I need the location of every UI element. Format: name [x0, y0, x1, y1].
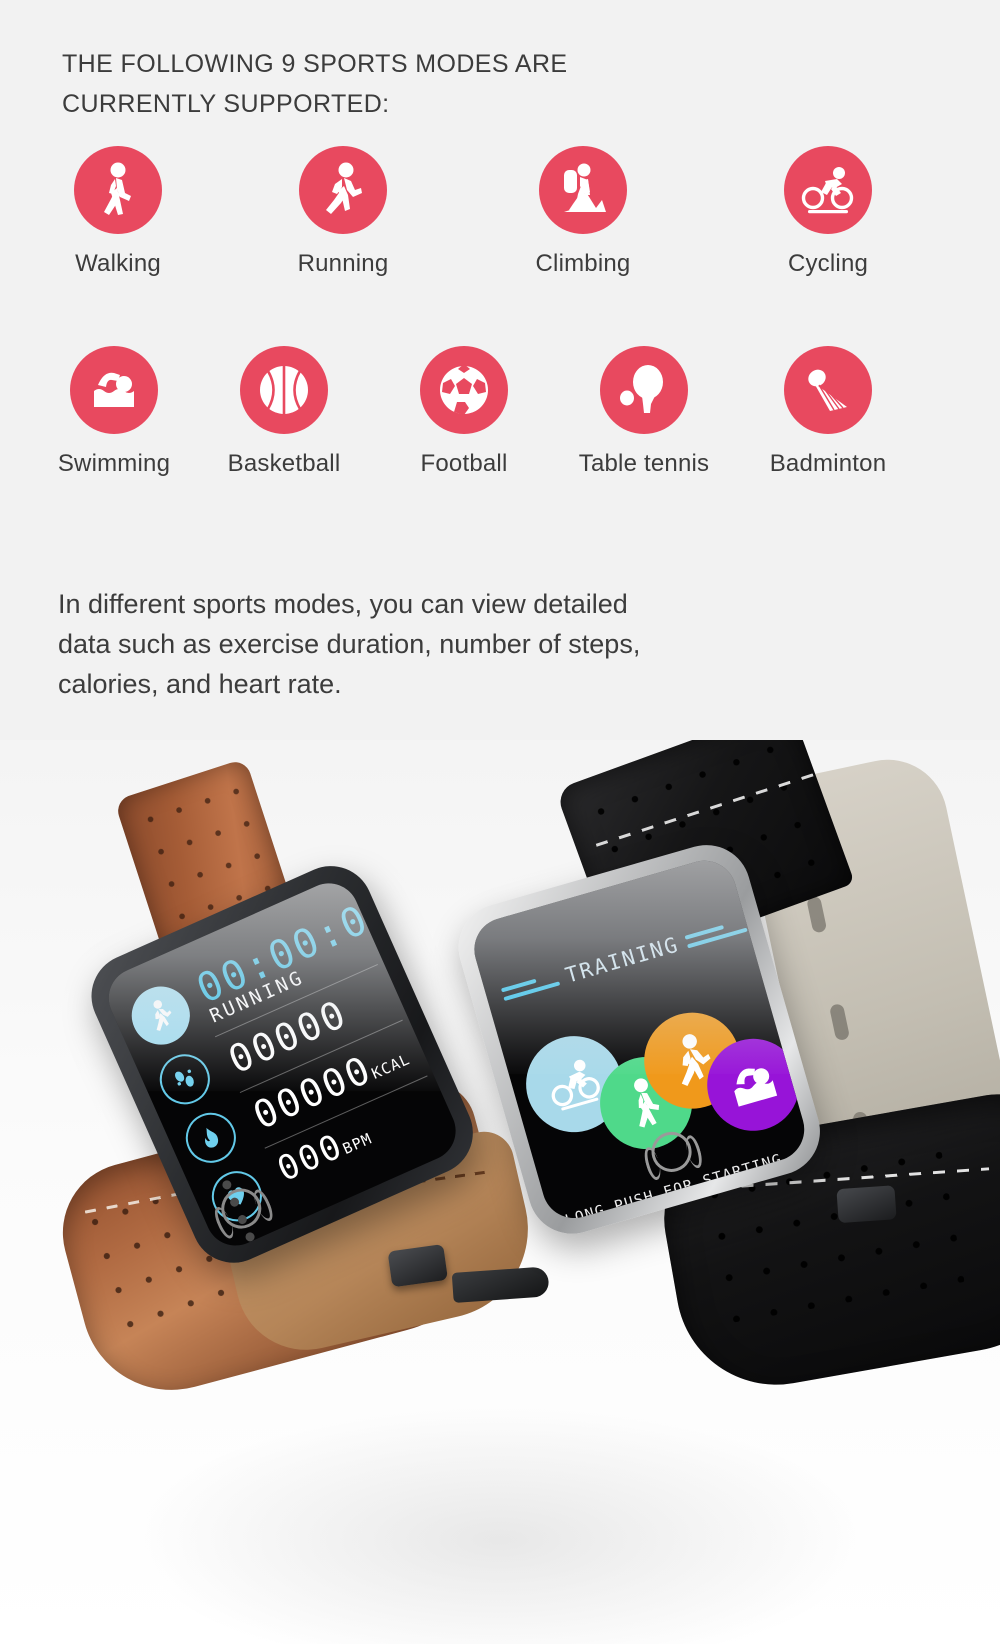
- sports-modes-grid: Walking Running Climbing Cycling Swimmin…: [0, 146, 1000, 546]
- decorative-lines-right-icon: [684, 918, 748, 948]
- sports-modes-row-1: Walking Running Climbing Cycling: [0, 146, 1000, 346]
- walking-icon: [104, 162, 131, 215]
- page-title: THE FOLLOWING 9 SPORTS MODES ARE CURRENT…: [62, 44, 568, 124]
- running-icon[interactable]: [122, 977, 200, 1054]
- sports-modes-row-2: Swimming Basketball Football Table tenni…: [0, 346, 1000, 546]
- sport-mode-football[interactable]: Football: [389, 346, 539, 478]
- sport-mode-climbing[interactable]: Climbing: [508, 146, 658, 278]
- sport-mode-swimming[interactable]: Swimming: [39, 346, 189, 478]
- walking-badge: [74, 146, 162, 234]
- flame-icon[interactable]: [177, 1104, 244, 1171]
- sport-mode-label: Basketball: [227, 450, 341, 477]
- description-paragraph: In different sports modes, you can view …: [58, 584, 918, 704]
- sport-mode-basketball[interactable]: Basketball: [209, 346, 359, 478]
- description-line-1: In different sports modes, you can view …: [58, 589, 628, 619]
- running-badge: [299, 146, 387, 234]
- badminton-icon: [808, 369, 847, 411]
- cycling-badge: [784, 146, 872, 234]
- page-title-line-2: CURRENTLY SUPPORTED:: [62, 90, 390, 118]
- climbing-badge: [539, 146, 627, 234]
- sport-mode-label: Running: [297, 250, 389, 277]
- sport-mode-label: Walking: [75, 250, 161, 277]
- sport-mode-badminton[interactable]: Badminton: [753, 346, 903, 478]
- climbing-icon: [564, 163, 606, 212]
- table-tennis-badge: [600, 346, 688, 434]
- sport-mode-label: Table tennis: [578, 450, 710, 477]
- sport-mode-label: Badminton: [769, 450, 887, 477]
- swimming-badge: [70, 346, 158, 434]
- sport-mode-label: Football: [420, 450, 508, 477]
- football-icon: [440, 364, 488, 415]
- right-watch-title: TRAINING: [562, 932, 682, 988]
- sport-mode-table-tennis[interactable]: Table tennis: [569, 346, 719, 478]
- left-watch-band-keeper: [387, 1243, 449, 1288]
- football-badge: [420, 346, 508, 434]
- description-line-2: data such as exercise duration, number o…: [58, 629, 641, 659]
- cycling-icon: [801, 167, 854, 214]
- right-watch: TRAINING LONG PUSH FOR STARTING: [389, 740, 1000, 1469]
- sport-mode-label: Climbing: [535, 250, 631, 277]
- running-icon: [326, 162, 362, 214]
- footsteps-icon[interactable]: [151, 1046, 218, 1113]
- sport-mode-label: Cycling: [787, 250, 869, 277]
- basketball-icon: [260, 366, 308, 414]
- description-line-3: calories, and heart rate.: [58, 669, 342, 699]
- swimming-icon: [734, 1068, 778, 1107]
- cycling-icon: [551, 1059, 600, 1111]
- swimming-icon: [94, 372, 134, 407]
- product-photo: 00:00:00 RUNNING 00000 00000KCAL 000BPM: [0, 740, 1000, 1644]
- sport-mode-running[interactable]: Running: [268, 146, 418, 278]
- sport-mode-cycling[interactable]: Cycling: [753, 146, 903, 278]
- page-title-line-1: THE FOLLOWING 9 SPORTS MODES ARE: [62, 50, 568, 78]
- table-tennis-icon: [620, 365, 663, 413]
- left-watch-calories-unit: KCAL: [368, 1050, 413, 1083]
- right-watch-band-keeper: [836, 1185, 897, 1224]
- badminton-badge: [784, 346, 872, 434]
- left-watch-heart-rate-unit: BPM: [339, 1129, 375, 1159]
- basketball-badge: [240, 346, 328, 434]
- sport-mode-label: Swimming: [57, 450, 171, 477]
- sport-mode-walking[interactable]: Walking: [43, 146, 193, 278]
- decorative-lines-left-icon: [500, 972, 561, 1001]
